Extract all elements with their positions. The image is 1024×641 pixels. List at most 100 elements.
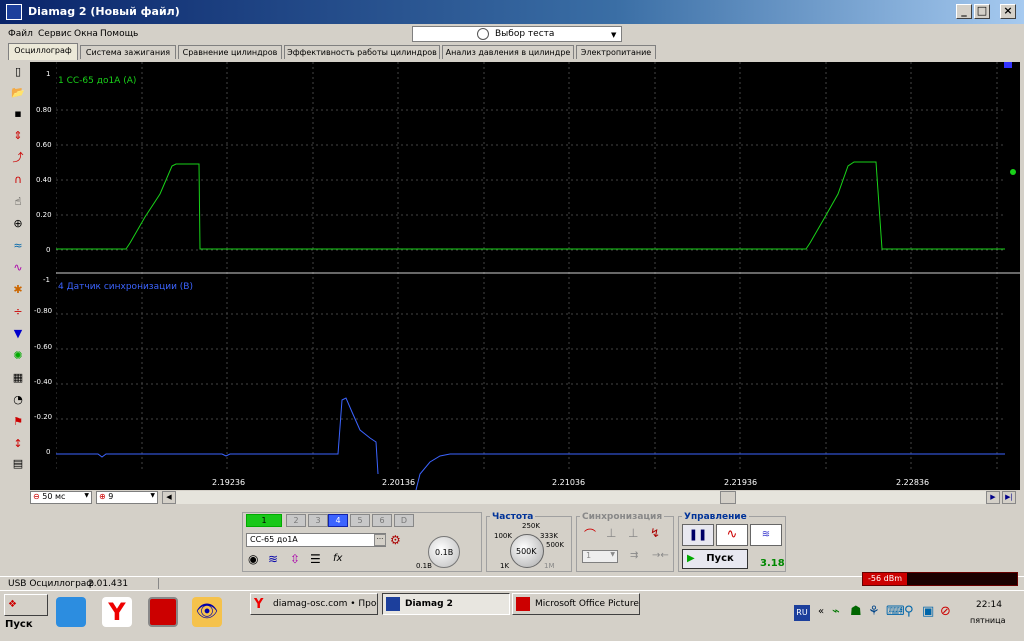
auto-timer-icon[interactable]: ◔ xyxy=(8,390,28,408)
auto-scale-icon[interactable]: ⇕ xyxy=(8,126,28,144)
zero-offset-icon[interactable]: ↕ xyxy=(8,434,28,452)
tab-power-supply[interactable]: Электропитание xyxy=(576,45,656,59)
scroll-left-button[interactable]: ◀ xyxy=(162,491,176,504)
tray-search-icon[interactable]: ⚲ xyxy=(904,604,914,619)
freq-label: 1K xyxy=(500,562,510,570)
level-trigger-icon[interactable]: ⊥ xyxy=(628,526,638,540)
scroll-right-button[interactable]: ▶ xyxy=(986,491,1000,504)
tab-cylinder-compare[interactable]: Сравнение цилиндров xyxy=(178,45,282,59)
sensor-settings-icon[interactable]: ⚙ xyxy=(390,533,401,547)
cursor-2-marker[interactable] xyxy=(1004,62,1012,68)
tray-network-icon[interactable]: ⌁ xyxy=(832,604,840,619)
arc-icon[interactable]: ∩ xyxy=(8,170,28,188)
y-tick-a: 1 xyxy=(46,70,51,78)
voltage-knob[interactable]: 0.1В xyxy=(428,536,460,568)
sync-align-icon[interactable]: ⇉ xyxy=(630,550,638,561)
sensor-browse-button[interactable]: ··· xyxy=(374,534,386,546)
channel-button-3[interactable]: 3 xyxy=(308,514,328,527)
open-folder-icon[interactable]: 📂 xyxy=(8,83,28,101)
new-file-icon[interactable]: ▯ xyxy=(8,62,28,80)
horizontal-scrollbar[interactable] xyxy=(176,491,986,504)
zoom-icon[interactable]: ⊕ xyxy=(8,214,28,232)
flag-icon[interactable]: ⚑ xyxy=(8,412,28,430)
menu-service[interactable]: Сервис xyxy=(38,29,72,39)
channel-button-6[interactable]: 6 xyxy=(372,514,392,527)
sync-channel-select[interactable]: 1 ▼ xyxy=(582,550,618,563)
test-select-dropdown[interactable]: Выбор теста ▼ xyxy=(412,26,622,42)
function-icon[interactable]: fx xyxy=(333,553,342,564)
pause-button[interactable]: ❚❚ xyxy=(682,524,714,546)
start-menu-button[interactable]: ❖ Пуск xyxy=(4,594,48,630)
channel-button-2[interactable]: 2 xyxy=(286,514,306,527)
tab-pressure-analysis[interactable]: Анализ давления в цилиндре xyxy=(442,45,574,59)
menu-help[interactable]: Помощь xyxy=(100,29,138,39)
y-tick-a: 0.80 xyxy=(36,106,52,114)
sync-center-icon[interactable]: →← xyxy=(652,550,669,561)
filter-icon[interactable]: ▼ xyxy=(8,324,28,342)
level-icon[interactable]: ÷ xyxy=(8,302,28,320)
waveform-icon[interactable]: ≈ xyxy=(8,236,28,254)
sensor-input[interactable]: СС-65 до1А xyxy=(246,533,386,547)
clock-time[interactable]: 22:14 xyxy=(976,600,1002,610)
plot-grid xyxy=(55,62,1005,472)
yandex-browser-icon[interactable]: Y xyxy=(102,597,132,627)
menu-file[interactable]: Файл xyxy=(8,29,33,39)
language-indicator[interactable]: RU xyxy=(794,605,810,621)
trigger-channel-select[interactable]: ⊕ 9 ▼ xyxy=(96,491,158,504)
notes-icon[interactable]: ▤ xyxy=(8,454,28,472)
start-button[interactable]: ▶ Пуск xyxy=(682,549,748,569)
tray-wifi-icon[interactable]: ⚘ xyxy=(868,604,880,619)
chevron-down-icon: ▼ xyxy=(611,31,617,39)
rising-edge-icon[interactable]: ⌒ xyxy=(584,526,596,543)
signal-icon[interactable]: ≋ xyxy=(268,552,278,566)
overlay-icon[interactable]: ∿ xyxy=(8,258,28,276)
task-diamag[interactable]: Diamag 2 xyxy=(382,593,510,615)
task-picture-manager[interactable]: Microsoft Office Picture... xyxy=(512,593,640,615)
channel-button-1[interactable]: 1 xyxy=(246,514,282,527)
oscilloscope-plot[interactable]: 1 СС-65 до1А (А) 4 Датчик синхронизации … xyxy=(30,62,1020,490)
picture-small-icon xyxy=(516,597,530,611)
channel-button-5[interactable]: 5 xyxy=(350,514,370,527)
task-browser[interactable]: diamag-osc.com • Прос... xyxy=(250,593,378,615)
auto-trigger-icon[interactable]: ↯ xyxy=(650,526,660,540)
scrollbar-thumb[interactable] xyxy=(720,491,736,504)
menu-windows[interactable]: Окна xyxy=(74,29,98,39)
y-tick-a: 0.40 xyxy=(36,176,52,184)
eye-viewer-icon[interactable]: 👁 xyxy=(192,597,222,627)
tab-oscilloscope[interactable]: Осциллограф xyxy=(8,43,78,60)
freq-label: 100K xyxy=(494,532,512,540)
scroll-end-button[interactable]: ▶| xyxy=(1002,491,1016,504)
hand-icon[interactable]: ☝ xyxy=(8,192,28,210)
sine-mode-icon[interactable]: ∿ xyxy=(716,524,748,546)
lines-icon[interactable]: ☰ xyxy=(310,552,321,566)
timebase-select[interactable]: ⊖ 50 мс ▼ xyxy=(30,491,92,504)
tray-antivirus-icon[interactable]: ☗ xyxy=(850,604,862,619)
close-button[interactable]: × xyxy=(1000,4,1016,19)
tray-expand-icon[interactable]: « xyxy=(818,606,824,617)
voltage-knob-value: 0.1В xyxy=(435,548,454,557)
tab-cylinder-efficiency[interactable]: Эффективность работы цилиндров xyxy=(284,45,440,59)
frequency-knob[interactable]: 500K xyxy=(510,534,544,568)
maximize-button[interactable]: □ xyxy=(974,4,990,19)
marker-icon[interactable]: ✱ xyxy=(8,280,28,298)
left-toolbar: ▯ 📂 ▪ ⇕ ⤴ ∩ ☝ ⊕ ≈ ∿ ✱ ÷ ▼ ✺ ▦ ◔ ⚑ ↕ ▤ xyxy=(8,62,28,474)
test-select-label: Выбор теста xyxy=(495,29,555,39)
tab-ignition[interactable]: Система зажигания xyxy=(80,45,176,59)
falling-edge-icon[interactable]: ⊥ xyxy=(606,526,616,540)
tray-usb-icon[interactable]: ⌨ xyxy=(886,604,905,619)
table-icon[interactable]: ▦ xyxy=(8,368,28,386)
save-icon[interactable]: ▪ xyxy=(8,104,28,122)
vertical-scale-icon[interactable]: ⇳ xyxy=(290,552,300,566)
eye-icon[interactable]: ◉ xyxy=(248,552,258,566)
picture-manager-icon[interactable] xyxy=(148,597,178,627)
app-launcher-icon[interactable] xyxy=(56,597,86,627)
tray-monitor-icon[interactable]: ▣ xyxy=(922,604,934,619)
cursor-icon[interactable]: ⤴ xyxy=(8,148,28,166)
spectrum-icon[interactable]: ✺ xyxy=(8,346,28,364)
tray-mute-icon[interactable]: ⊘ xyxy=(940,604,951,619)
minimize-button[interactable]: _ xyxy=(956,4,972,19)
channel-button-d[interactable]: D xyxy=(394,514,414,527)
time-tick: 2.21936 xyxy=(724,478,758,487)
channel-button-4[interactable]: 4 xyxy=(328,514,348,527)
multi-wave-icon[interactable]: ≋ xyxy=(750,524,782,546)
